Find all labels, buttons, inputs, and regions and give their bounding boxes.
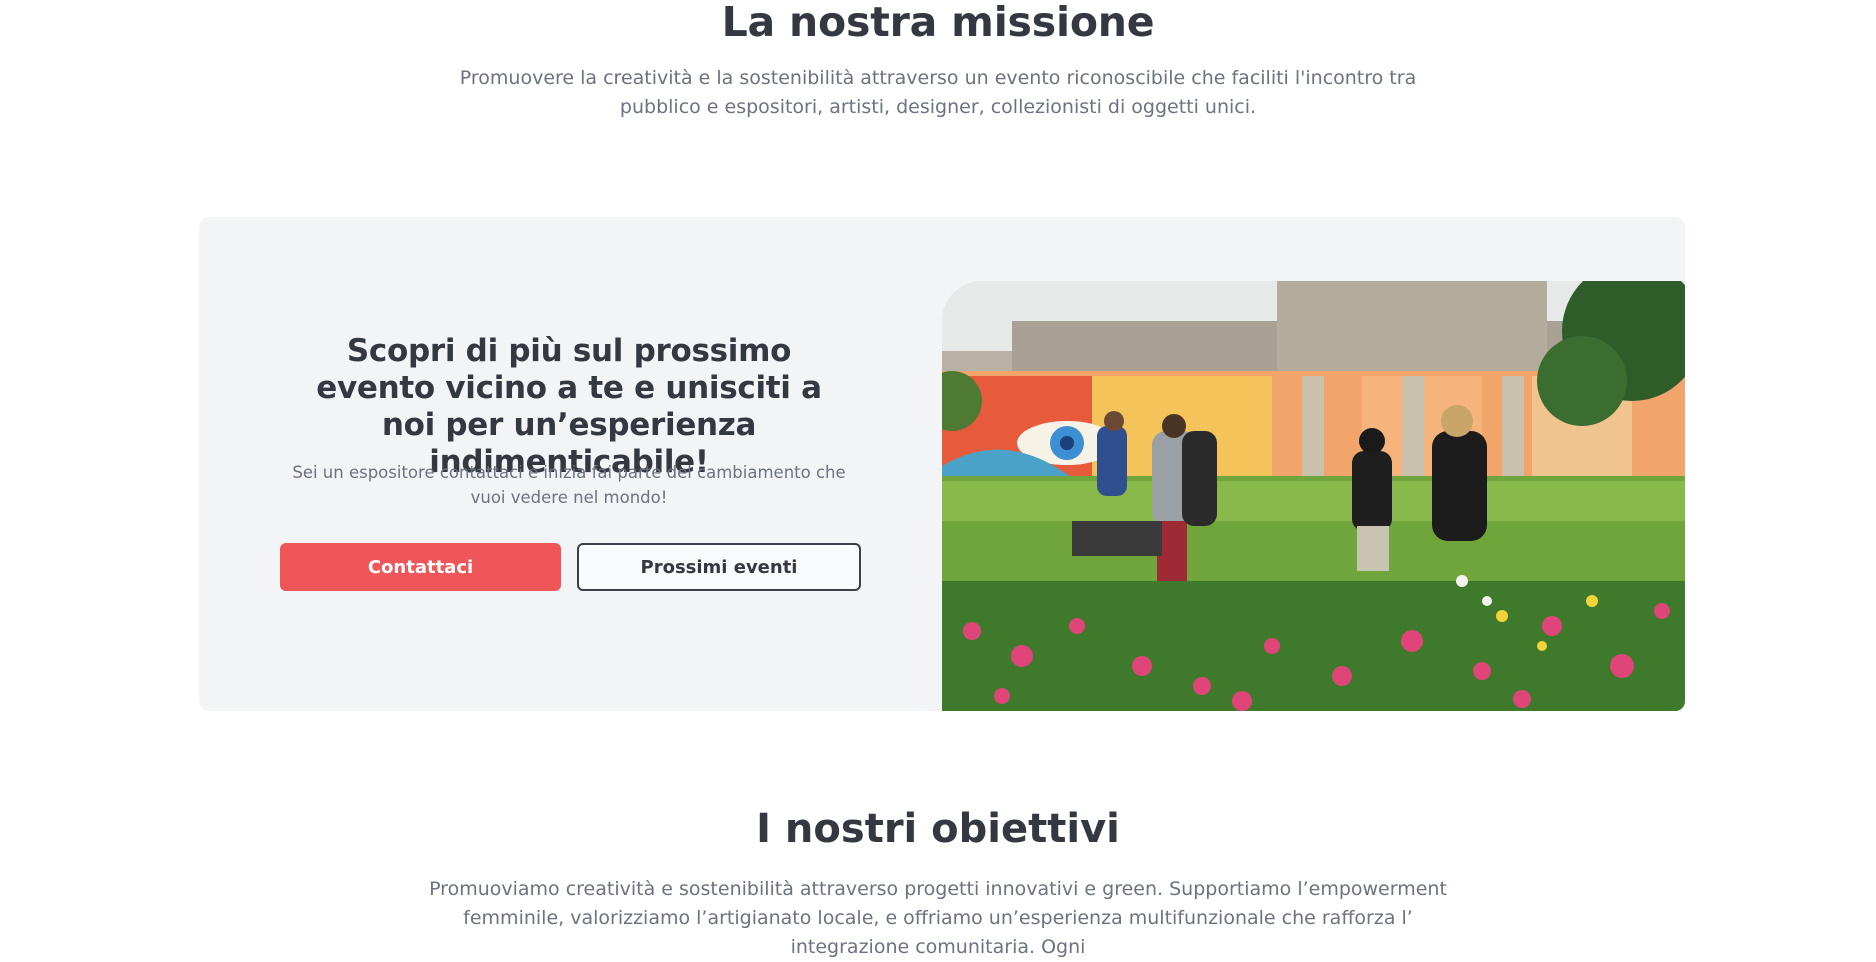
event-photo <box>942 281 1685 711</box>
cta-card: Scopri di più sul prossimo evento vicino… <box>199 217 1685 711</box>
upcoming-events-button[interactable]: Prossimi eventi <box>577 543 861 591</box>
event-photo-illustration <box>942 281 1685 711</box>
mission-text: Promuovere la creatività e la sostenibil… <box>459 67 1417 118</box>
cta-title: Scopri di più sul prossimo evento vicino… <box>316 333 822 480</box>
cta-content: Scopri di più sul prossimo evento vicino… <box>199 217 941 711</box>
mission-title: La nostra missione <box>721 0 1155 46</box>
cta-subtitle: Sei un espositore contattaci e inizia fa… <box>292 463 846 507</box>
objectives-text: Promuoviamo creatività e sostenibilità a… <box>429 878 1447 958</box>
objectives-title: I nostri obiettivi <box>756 806 1120 852</box>
contact-button[interactable]: Contattaci <box>280 543 561 591</box>
